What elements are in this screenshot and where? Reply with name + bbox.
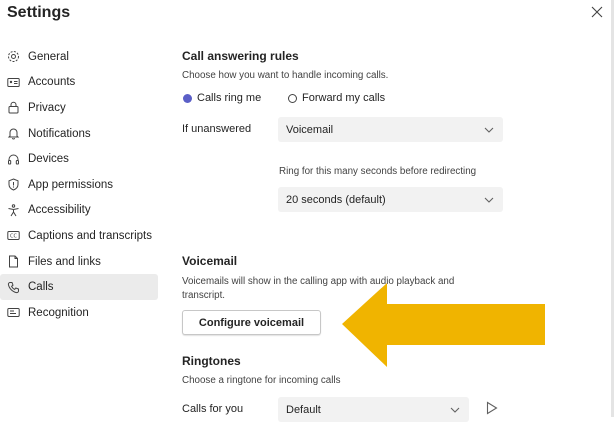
gear-icon (7, 50, 20, 63)
sidebar-item-label: Recognition (28, 306, 89, 319)
headset-icon (7, 153, 20, 166)
radio-label: Forward my calls (302, 92, 386, 104)
phone-icon (7, 281, 20, 294)
ringtones-description: Choose a ringtone for incoming calls (182, 375, 341, 386)
sidebar-item-label: Accessibility (28, 204, 91, 217)
chevron-down-icon (483, 124, 495, 136)
call-answering-heading: Call answering rules (182, 49, 299, 63)
if-unanswered-select[interactable]: Voicemail (278, 117, 503, 142)
sidebar-item-label: App permissions (28, 178, 114, 191)
id-card-icon (7, 76, 20, 89)
calls-for-you-label: Calls for you (182, 403, 244, 415)
radio-selected-icon (183, 93, 192, 103)
sidebar-item-label: Devices (28, 153, 69, 166)
call-answering-description: Choose how you want to handle incoming c… (182, 70, 389, 81)
lock-icon (7, 101, 20, 114)
sidebar-item-files-and-links[interactable]: Files and links (0, 249, 158, 275)
accessibility-icon (7, 204, 20, 217)
sidebar-item-notifications[interactable]: Notifications (0, 121, 158, 147)
sidebar-item-label: General (28, 50, 69, 63)
sidebar-item-privacy[interactable]: Privacy (0, 95, 158, 121)
sidebar-item-app-permissions[interactable]: App permissions (0, 172, 158, 198)
shield-icon (7, 178, 20, 191)
radio-label: Calls ring me (197, 92, 262, 104)
settings-sidebar: General Accounts Privacy Notifications D… (0, 44, 158, 326)
ringtones-heading: Ringtones (182, 354, 241, 368)
sidebar-item-general[interactable]: General (0, 44, 158, 70)
sidebar-item-captions-and-transcripts[interactable]: CC Captions and transcripts (0, 223, 158, 249)
window-title: Settings (7, 4, 71, 21)
sidebar-item-label: Files and links (28, 255, 101, 268)
sidebar-item-label: Privacy (28, 101, 66, 114)
sidebar-item-accessibility[interactable]: Accessibility (0, 198, 158, 224)
annotation-arrow-icon (342, 283, 545, 367)
play-icon[interactable] (486, 401, 498, 415)
select-value: 20 seconds (default) (286, 193, 386, 206)
configure-voicemail-button[interactable]: Configure voicemail (182, 310, 321, 335)
if-unanswered-label: If unanswered (182, 123, 252, 135)
chevron-down-icon (449, 404, 461, 416)
sidebar-item-label: Captions and transcripts (28, 229, 153, 242)
sidebar-item-label: Accounts (28, 76, 76, 89)
calls-for-you-select[interactable]: Default (278, 397, 469, 422)
recognition-icon (7, 306, 20, 319)
file-icon (7, 255, 20, 268)
bell-icon (7, 127, 20, 140)
radio-forward-my-calls[interactable]: Forward my calls (288, 92, 385, 104)
radio-unselected-icon (288, 93, 297, 103)
sidebar-item-label: Notifications (28, 127, 91, 140)
close-icon[interactable] (589, 4, 605, 20)
sidebar-item-recognition[interactable]: Recognition (0, 300, 158, 326)
select-value: Voicemail (286, 123, 334, 136)
sidebar-item-devices[interactable]: Devices (0, 146, 158, 172)
select-value: Default (286, 403, 321, 416)
ring-seconds-label: Ring for this many seconds before redire… (279, 166, 477, 177)
sidebar-item-label: Calls (28, 281, 54, 294)
svg-text:CC: CC (10, 234, 17, 240)
ring-seconds-select[interactable]: 20 seconds (default) (278, 187, 503, 212)
voicemail-description-line2: transcript. (182, 290, 226, 301)
cc-icon: CC (7, 229, 20, 242)
voicemail-heading: Voicemail (182, 254, 238, 268)
chevron-down-icon (483, 194, 495, 206)
radio-calls-ring-me[interactable]: Calls ring me (183, 92, 261, 104)
sidebar-item-accounts[interactable]: Accounts (0, 70, 158, 96)
sidebar-item-calls[interactable]: Calls (0, 274, 158, 300)
